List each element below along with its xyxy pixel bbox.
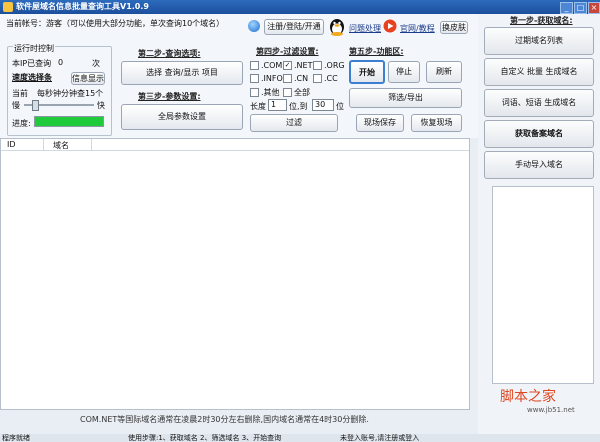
checkbox-box (250, 61, 259, 70)
column-divider (91, 139, 92, 150)
length-to-label: 位,到 (289, 102, 308, 111)
website-link[interactable]: 官网/教程 (400, 23, 435, 34)
ip-label: 本IP已查询 (12, 59, 52, 68)
checkbox-box (250, 88, 259, 97)
step4-heading: 第四步-过滤设置: (256, 47, 319, 56)
length-from-input[interactable]: 1 (268, 99, 287, 111)
save-scene-button[interactable]: 现场保存 (356, 114, 404, 132)
status-bar: 程序就绪 使用步骤:1、获取域名 2、筛选域名 3、开始查询 未登入账号,请注册… (0, 434, 600, 442)
checkbox-box: ✓ (283, 61, 292, 70)
window-title: 软件屋域名信息批量查询工具V1.0.9 (16, 2, 149, 11)
account-status: 当前帐号：游客（可以使用大部分功能，单次查询10个域名） (6, 19, 225, 28)
skin-button[interactable]: 换皮肤 (440, 21, 468, 34)
title-bar: 软件屋域名信息批量查询工具V1.0.9 _ □ × (0, 0, 600, 14)
step1-heading: 第一步-获取域名: (510, 16, 573, 25)
length-label: 长度 (250, 102, 266, 111)
checkbox-box (250, 74, 259, 83)
play-icon (383, 19, 397, 33)
export-button[interactable]: 筛选/导出 (349, 88, 462, 108)
checkbox-box (283, 88, 292, 97)
speed-label: 速度选择条 (12, 73, 52, 82)
global-settings-button[interactable]: 全局参数设置 (121, 104, 243, 130)
icp-domains-button[interactable]: 获取备案域名 (484, 120, 594, 148)
status-steps: 使用步骤:1、获取域名 2、筛选域名 3、开始查询 (128, 434, 282, 442)
custom-generate-button[interactable]: 自定义 批量 生成域名 (484, 58, 594, 86)
column-id[interactable]: ID (7, 140, 16, 149)
filter-button[interactable]: 过滤 (250, 114, 338, 132)
status-ready: 程序就绪 (2, 434, 30, 442)
slow-label: 慢 (12, 101, 20, 110)
step5-heading: 第五步-功能区: (349, 47, 404, 56)
checkbox-org[interactable]: .ORG (313, 61, 345, 70)
progress-fill (35, 117, 103, 126)
restore-scene-button[interactable]: 恢复现场 (411, 114, 462, 132)
results-table[interactable]: ID 域名 (0, 138, 470, 410)
problem-link[interactable]: 问题处理 (349, 23, 381, 34)
checkbox-net[interactable]: ✓ .NET (283, 61, 312, 70)
step3-heading: 第三步-参数设置: (138, 92, 201, 101)
ip-unit: 次 (92, 59, 100, 68)
phrase-generate-button[interactable]: 词语、短语 生成域名 (484, 89, 594, 117)
checkbox-info[interactable]: .INFO (250, 74, 283, 83)
checkbox-box (313, 61, 322, 70)
checkbox-box (283, 74, 292, 83)
penguin-icon (330, 19, 344, 36)
length-unit: 位 (336, 102, 344, 111)
checkbox-other[interactable]: .其他 (250, 87, 280, 98)
minimize-icon[interactable]: _ (560, 2, 573, 14)
speed-slider-thumb[interactable] (32, 100, 39, 111)
step2-heading: 第二步-查询选项: (138, 49, 201, 58)
refresh-button[interactable]: 刷新 (426, 61, 462, 83)
maximize-icon[interactable]: □ (574, 2, 587, 14)
notice-text: COM.NET等国际域名通常在凌晨2时30分左右删除,国内域名通常在4时30分删… (80, 415, 369, 424)
watermark-url: www.jb51.net (527, 406, 575, 414)
current-label: 当前 (12, 89, 28, 98)
manual-import-button[interactable]: 手动导入域名 (484, 151, 594, 179)
speed-value: 每秒钟分钟查15个 (37, 89, 104, 98)
fast-label: 快 (97, 101, 105, 110)
globe-icon (248, 20, 260, 32)
watermark-logo: 脚本之家 (500, 389, 556, 405)
stop-button[interactable]: 停止 (388, 61, 420, 83)
progress-label: 进度: (12, 119, 31, 128)
checkbox-all[interactable]: 全部 (283, 87, 310, 98)
column-divider (43, 139, 44, 150)
length-to-input[interactable]: 30 (312, 99, 334, 111)
progress-bar (34, 116, 104, 127)
app-icon (3, 2, 13, 12)
checkbox-cc[interactable]: .CC (313, 74, 338, 83)
info-button[interactable]: 信息显示 (71, 72, 105, 85)
table-header: ID 域名 (1, 139, 469, 151)
register-button[interactable]: 注册/登陆/开通 (264, 19, 324, 35)
right-list-box (492, 186, 594, 384)
runtime-heading: 运行时控制 (13, 43, 55, 54)
select-items-button[interactable]: 选择 查询/显示 项目 (121, 61, 243, 85)
ip-count: 0 (58, 58, 64, 67)
start-button[interactable]: 开始 (349, 60, 385, 84)
checkbox-com[interactable]: .COM (250, 61, 282, 70)
column-domain[interactable]: 域名 (53, 140, 69, 151)
expired-domains-button[interactable]: 过期域名列表 (484, 27, 594, 55)
close-icon[interactable]: × (588, 2, 600, 14)
status-login: 未登入账号,请注册或登入 (340, 434, 420, 442)
checkbox-cn[interactable]: .CN (283, 74, 308, 83)
checkbox-box (313, 74, 322, 83)
